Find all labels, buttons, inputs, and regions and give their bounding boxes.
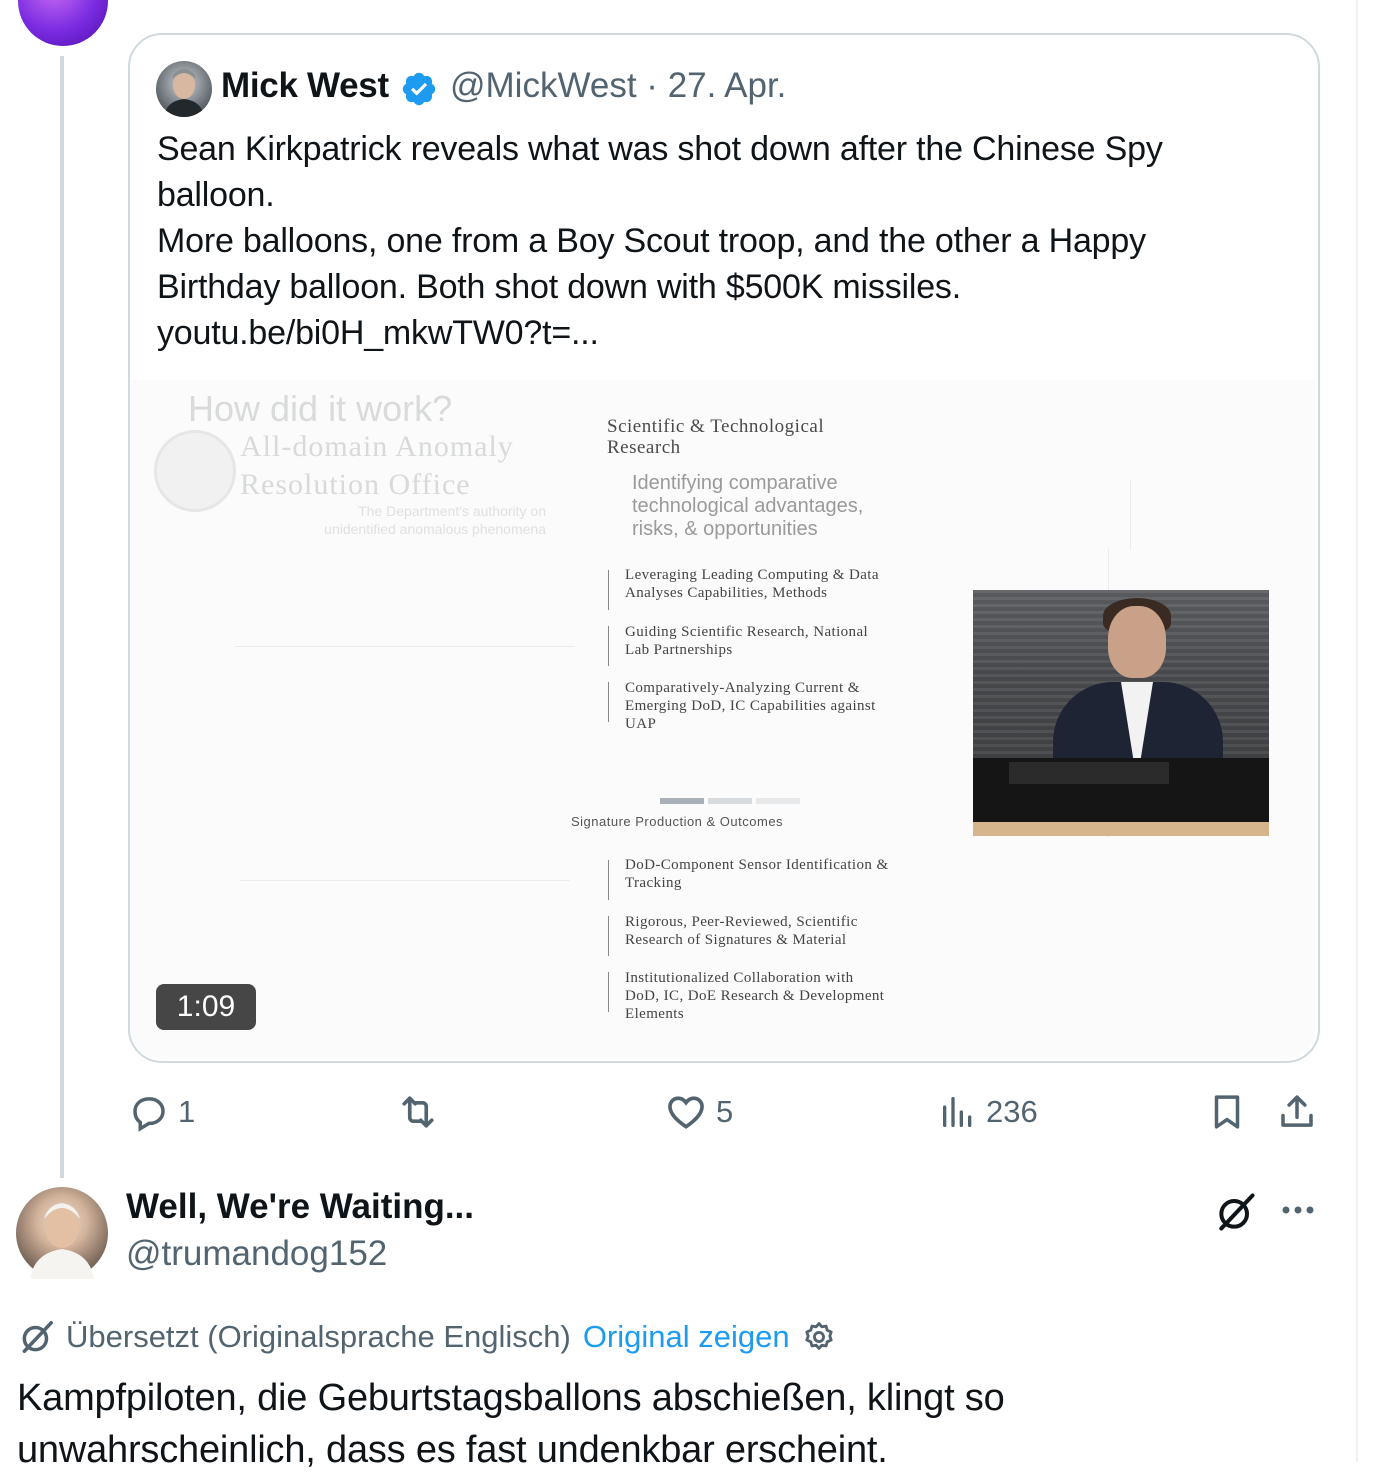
meta-separator: · — [646, 66, 668, 105]
bookmark-icon — [1214, 1095, 1240, 1129]
slide-faint-divider — [240, 880, 570, 881]
slide-bullet: Institutionalized Collaboration with DoD… — [625, 970, 885, 1022]
quoted-author-avatar[interactable] — [156, 61, 212, 117]
slide-bullet-line — [608, 916, 609, 956]
speaker-video-frame — [973, 590, 1269, 836]
quoted-tweet-meta[interactable]: @MickWest · 27. Apr. — [450, 66, 786, 106]
slide-progress-segment — [756, 798, 800, 804]
reply-icon — [133, 1097, 165, 1132]
slide-bullet-line — [608, 682, 609, 722]
reply-author-handle[interactable]: @trumandog152 — [126, 1234, 387, 1274]
reply-tweet-text: Kampfpiloten, die Geburtstagsballons abs… — [17, 1377, 1005, 1471]
share-button[interactable] — [1276, 1090, 1318, 1134]
gear-icon[interactable] — [802, 1320, 836, 1354]
slide-bullet: Rigorous, Peer-Reviewed, Scientific Rese… — [625, 914, 858, 948]
share-icon — [1281, 1095, 1313, 1127]
slide-bullet-line — [608, 626, 609, 666]
translated-label: Übersetzt (Originalsprache Englisch) — [66, 1319, 571, 1354]
video-duration-badge: 1:09 — [156, 984, 256, 1030]
slide-signature-label: Signature Production & Outcomes — [571, 814, 784, 829]
show-original-link[interactable]: Original zeigen — [583, 1319, 790, 1355]
slide-section-subtitle: Identifying comparative technological ad… — [632, 472, 864, 540]
repost-button[interactable] — [396, 1090, 448, 1134]
quoted-author-name[interactable]: Mick West — [221, 66, 389, 106]
reply-author-name[interactable]: Well, We're Waiting... — [126, 1187, 474, 1227]
slide-dept-text: The Department's authority on unidentifi… — [324, 503, 546, 537]
video-player[interactable]: How did it work? All-domain Anomaly Reso… — [130, 380, 1316, 1059]
like-button[interactable]: 5 — [664, 1090, 733, 1134]
slide-bullet: Guiding Scientific Research, National La… — [625, 624, 869, 658]
heart-icon — [668, 1096, 704, 1129]
thread-connector-line — [60, 56, 64, 1178]
slide-bullet: Leveraging Leading Computing & Data Anal… — [625, 567, 879, 601]
translation-notice: Übersetzt (Originalsprache Englisch) Ori… — [18, 1318, 836, 1356]
slide-bullet: Comparatively-Analyzing Current & Emergi… — [625, 680, 876, 732]
slide-progress-segment — [708, 798, 752, 804]
slide-office-line1: All-domain Anomaly — [240, 430, 514, 463]
views-count: 236 — [986, 1094, 1038, 1129]
slide-bullet: DoD-Component Sensor Identification & Tr… — [625, 857, 889, 891]
avatar-portrait — [30, 1203, 94, 1279]
slide-section-title-line2: Research — [607, 437, 681, 458]
views-button[interactable]: 236 — [938, 1090, 1038, 1134]
reply-button[interactable]: 1 — [128, 1090, 195, 1134]
slide-bullet-line — [608, 570, 609, 610]
quoted-tweet-text: Sean Kirkpatrick reveals what was shot d… — [157, 130, 1163, 352]
slide-section-title-line1: Scientific & Technological — [607, 416, 825, 437]
verified-badge-icon — [402, 72, 436, 106]
bookmark-button[interactable] — [1206, 1090, 1248, 1134]
quoted-author-handle[interactable]: @MickWest — [450, 66, 637, 105]
desk-edge — [973, 822, 1269, 836]
reply-author-avatar[interactable] — [16, 1187, 108, 1279]
slide-office-line2: Resolution Office — [240, 468, 471, 501]
slide-faint-divider — [235, 646, 575, 647]
previous-author-avatar[interactable] — [18, 0, 108, 46]
speaker-head — [1108, 606, 1166, 678]
slide-bullet-line — [608, 860, 609, 900]
slide-faint-divider — [1130, 480, 1131, 550]
repost-icon — [402, 1096, 434, 1128]
dod-seal-icon — [154, 430, 236, 512]
slide-question: How did it work? — [188, 388, 453, 429]
like-count: 5 — [716, 1094, 734, 1129]
slide-bullet-line — [608, 972, 609, 1012]
views-chart-icon — [943, 1097, 972, 1127]
podium-monitor — [1009, 762, 1169, 784]
reply-count: 1 — [178, 1094, 196, 1129]
page-edge-divider — [1356, 0, 1358, 1462]
grok-translate-icon — [22, 1321, 53, 1353]
grok-icon[interactable] — [1214, 1190, 1258, 1234]
more-icon[interactable] — [1278, 1194, 1318, 1226]
quoted-tweet-date[interactable]: 27. Apr. — [668, 66, 787, 105]
slide-section-title: Scientific & Technological Research — [607, 416, 824, 458]
avatar-portrait — [164, 69, 204, 117]
slide-progress-segment — [660, 798, 704, 804]
